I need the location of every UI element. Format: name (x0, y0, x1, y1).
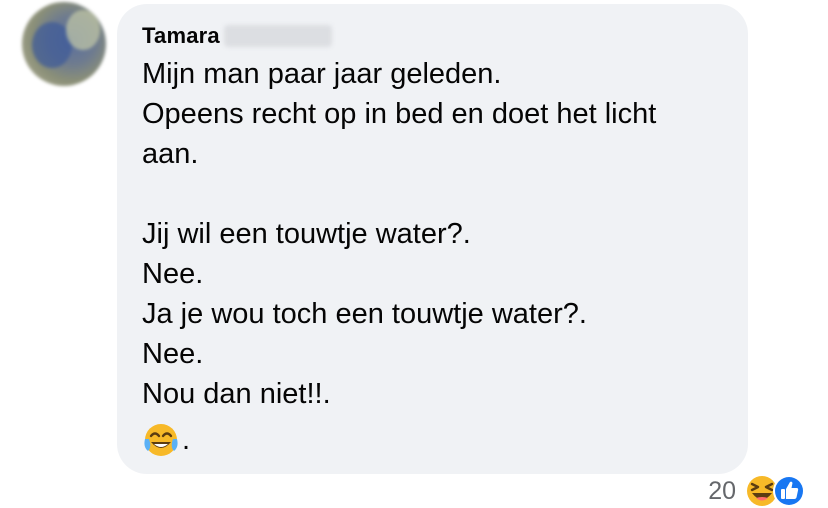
comment-container: Tamara Mijn man paar jaar geleden. Opeen… (0, 0, 828, 508)
comment-emoji-line: . (142, 414, 742, 466)
reaction-count[interactable]: 20 (708, 477, 736, 506)
comment-line: Opeens recht op in bed en doet het licht (142, 98, 657, 130)
face-with-tears-of-joy-icon (142, 421, 180, 459)
comment-line: Nee. (142, 258, 204, 290)
comment-body: Mijn man paar jaar geleden. Opeens recht… (142, 54, 742, 466)
like-reaction-icon (772, 474, 806, 508)
comment-author-row: Tamara (142, 20, 332, 52)
comment-trailing-period: . (182, 424, 191, 456)
comment-line: Nou dan niet!!. (142, 378, 331, 410)
comment-line: aan. (142, 138, 199, 170)
comment-line: Ja je wou toch een touwtje water?. (142, 298, 587, 330)
author-name[interactable]: Tamara (142, 23, 220, 49)
comment-blank-line (142, 174, 742, 214)
reactions-summary[interactable]: 20 (708, 472, 806, 508)
redacted-surname (223, 25, 332, 47)
comment-line: Nee. (142, 338, 204, 370)
reaction-icons[interactable] (744, 473, 806, 508)
comment-line: Mijn man paar jaar geleden. (142, 58, 502, 90)
comment-line: Jij wil een touwtje water?. (142, 218, 471, 250)
avatar[interactable] (22, 2, 106, 86)
